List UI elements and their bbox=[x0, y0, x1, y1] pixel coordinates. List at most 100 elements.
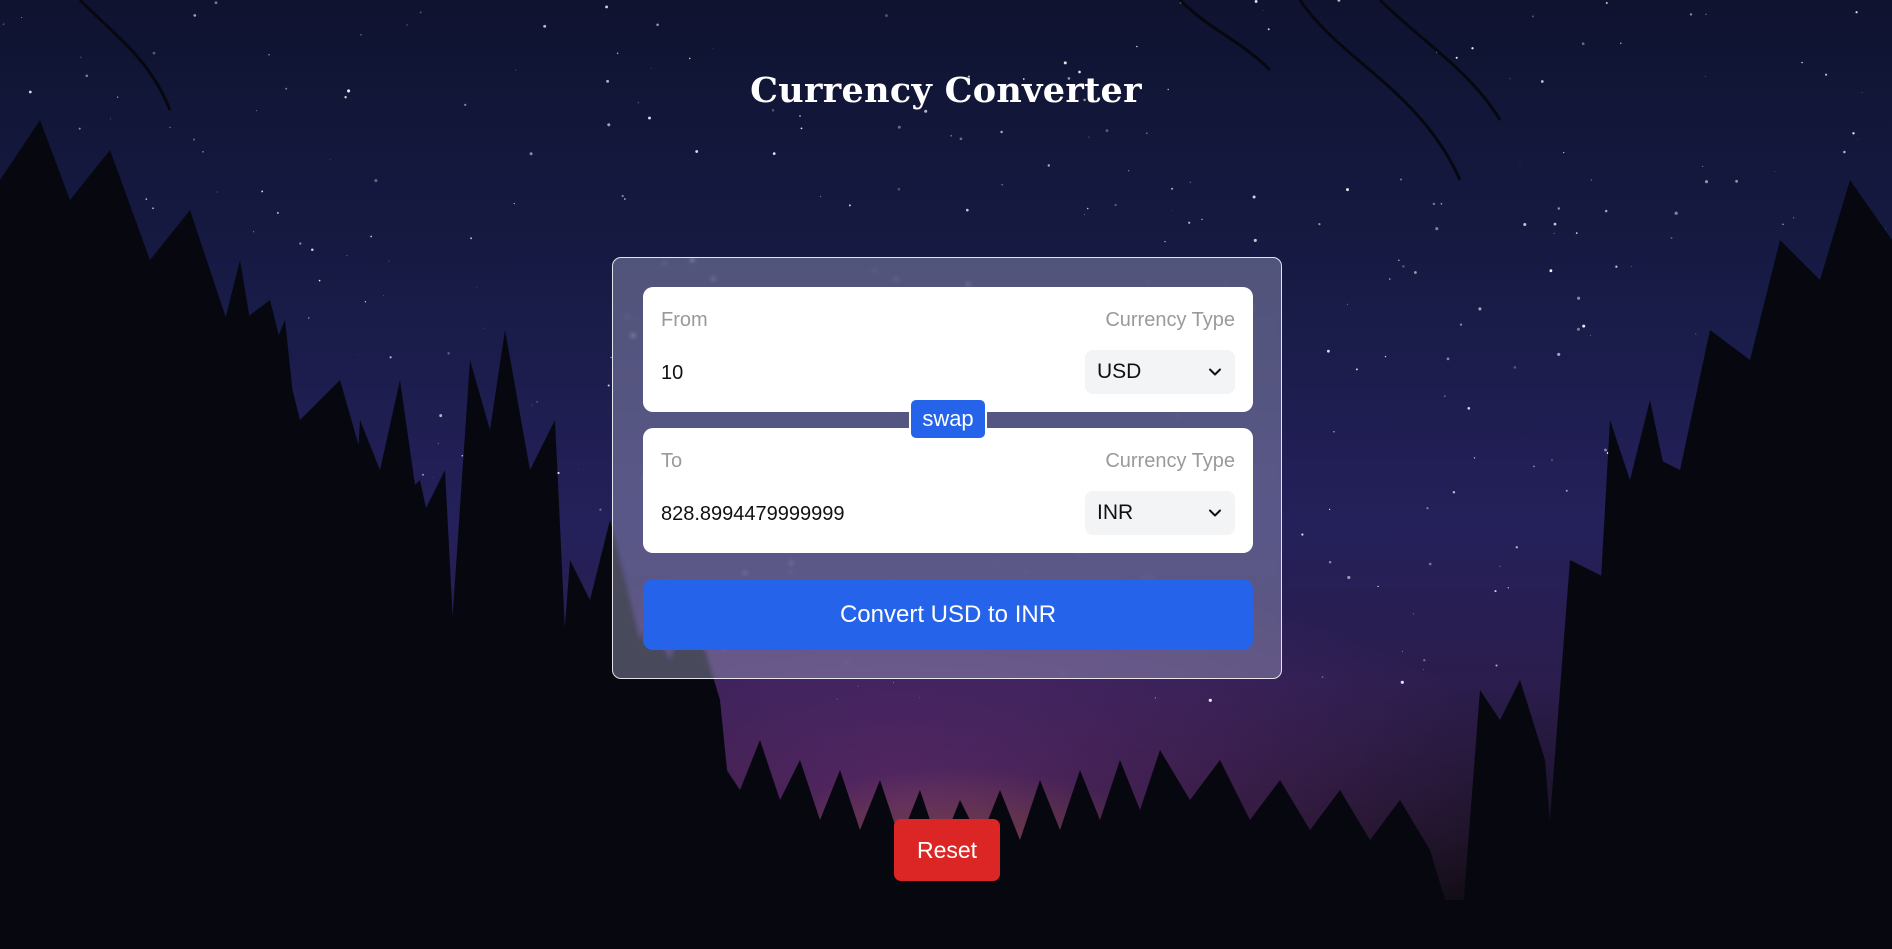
from-amount-input[interactable] bbox=[661, 355, 1041, 391]
star bbox=[1127, 169, 1130, 172]
star bbox=[1400, 680, 1404, 684]
to-field-box: To Currency Type INR bbox=[643, 428, 1253, 553]
star bbox=[1551, 459, 1553, 461]
star bbox=[34, 640, 36, 642]
star bbox=[193, 138, 196, 141]
star bbox=[1346, 188, 1349, 192]
from-currency-select[interactable]: USD bbox=[1085, 350, 1235, 394]
star bbox=[1412, 613, 1414, 615]
star bbox=[1699, 569, 1702, 571]
star bbox=[213, 709, 216, 712]
star bbox=[1262, 10, 1264, 12]
star bbox=[1455, 56, 1458, 59]
star bbox=[1318, 222, 1321, 226]
star bbox=[1752, 599, 1754, 601]
to-currency-type-label: Currency Type bbox=[1105, 450, 1235, 472]
star bbox=[212, 613, 214, 615]
star bbox=[1495, 664, 1498, 667]
star bbox=[1565, 489, 1568, 492]
star bbox=[624, 198, 626, 200]
chevron-down-icon bbox=[1209, 509, 1221, 517]
star bbox=[659, 694, 660, 696]
star bbox=[1414, 271, 1417, 274]
star bbox=[1615, 265, 1618, 268]
star bbox=[300, 640, 302, 642]
star bbox=[476, 287, 478, 289]
star bbox=[607, 123, 611, 127]
star bbox=[1435, 227, 1439, 231]
star bbox=[1619, 42, 1622, 45]
star bbox=[1611, 479, 1614, 482]
star bbox=[695, 703, 697, 705]
star bbox=[1631, 266, 1632, 267]
star bbox=[346, 255, 348, 256]
star bbox=[800, 127, 803, 130]
star bbox=[1355, 368, 1358, 371]
star bbox=[1088, 136, 1090, 138]
star bbox=[712, 48, 714, 50]
star bbox=[41, 181, 44, 183]
star bbox=[1850, 337, 1852, 339]
star bbox=[1188, 221, 1191, 224]
star bbox=[1154, 697, 1156, 699]
star bbox=[216, 191, 218, 193]
swap-button[interactable]: swap bbox=[909, 398, 987, 440]
star bbox=[81, 695, 84, 698]
star bbox=[799, 115, 801, 117]
to-label: To bbox=[661, 450, 683, 472]
convert-button[interactable]: Convert USD to INR bbox=[643, 579, 1253, 650]
star bbox=[605, 5, 609, 9]
reset-button[interactable]: Reset bbox=[894, 819, 1000, 881]
star bbox=[48, 273, 51, 277]
star bbox=[487, 615, 490, 618]
star bbox=[439, 414, 443, 418]
star bbox=[1347, 575, 1351, 580]
chevron-down-icon bbox=[1209, 368, 1221, 376]
to-amount-input[interactable] bbox=[661, 496, 1041, 532]
star bbox=[1801, 61, 1803, 64]
star bbox=[383, 294, 384, 296]
star bbox=[1739, 519, 1741, 521]
star bbox=[1507, 587, 1510, 589]
star bbox=[1553, 232, 1555, 234]
converter-card: From Currency Type USD swap To Currency … bbox=[612, 257, 1282, 679]
star bbox=[1423, 669, 1424, 670]
star bbox=[1201, 218, 1203, 221]
star bbox=[479, 532, 482, 534]
star bbox=[1459, 323, 1463, 326]
star bbox=[1605, 1, 1608, 5]
star bbox=[689, 57, 691, 60]
star bbox=[406, 24, 408, 26]
star bbox=[256, 423, 258, 425]
star bbox=[836, 698, 838, 700]
star bbox=[177, 461, 180, 464]
star bbox=[1399, 178, 1403, 181]
to-currency-select[interactable]: INR bbox=[1085, 491, 1235, 535]
star bbox=[1435, 50, 1439, 54]
star bbox=[471, 469, 475, 473]
page-title: Currency Converter bbox=[750, 70, 1142, 111]
star bbox=[1432, 202, 1436, 206]
star bbox=[337, 545, 341, 549]
star bbox=[1105, 129, 1109, 133]
star bbox=[848, 204, 851, 207]
star bbox=[616, 52, 619, 55]
star bbox=[1781, 576, 1784, 580]
star bbox=[1531, 15, 1534, 18]
star bbox=[1553, 222, 1557, 226]
star bbox=[418, 604, 420, 606]
star bbox=[266, 646, 270, 649]
star bbox=[1337, 0, 1341, 2]
star bbox=[1423, 659, 1426, 662]
star bbox=[374, 179, 378, 183]
star bbox=[897, 125, 901, 129]
star bbox=[488, 513, 491, 516]
star bbox=[1402, 650, 1403, 652]
star bbox=[409, 551, 413, 554]
star bbox=[1467, 407, 1471, 410]
star bbox=[1828, 495, 1831, 498]
from-label: From bbox=[661, 309, 708, 331]
star bbox=[329, 159, 331, 160]
star bbox=[50, 652, 53, 655]
star bbox=[1327, 349, 1330, 353]
